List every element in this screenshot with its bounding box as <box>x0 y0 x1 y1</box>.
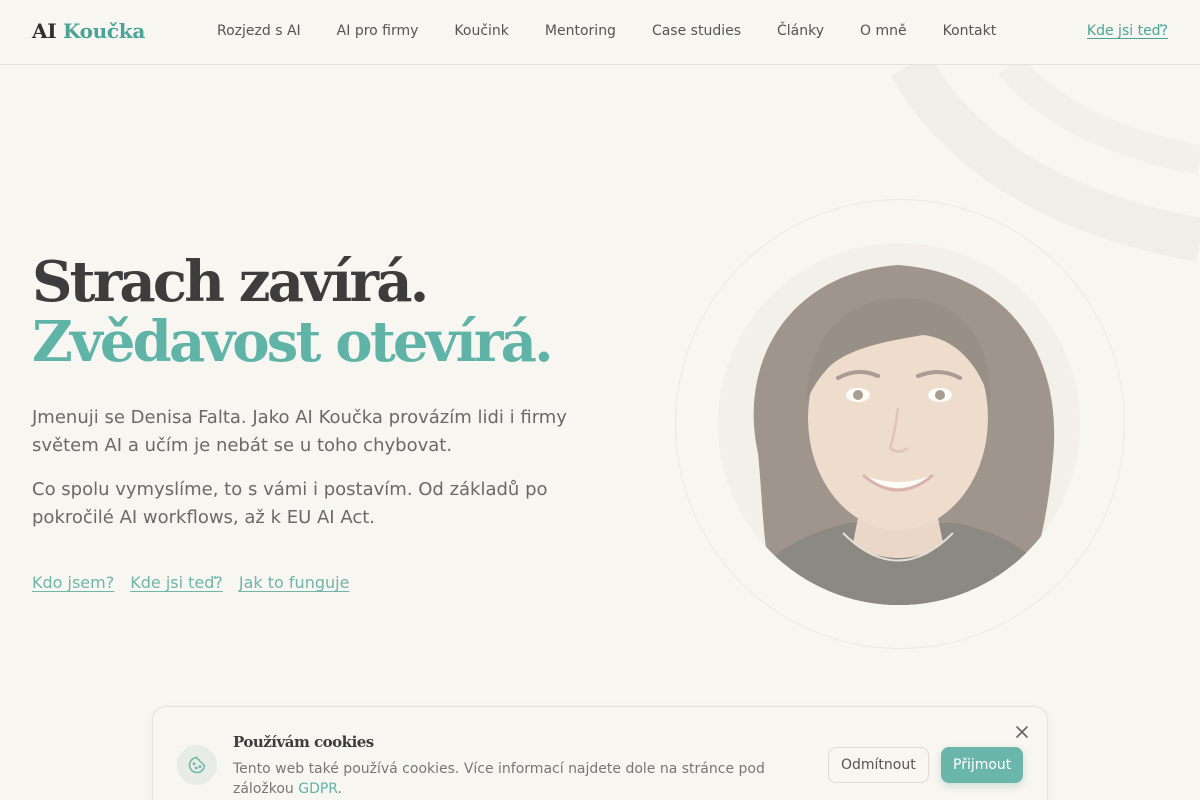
hero-link-kde-jsi-ted[interactable]: Kde jsi teď? <box>130 573 223 592</box>
hero-title-line1: Strach zavírá. <box>32 249 429 315</box>
gdpr-link[interactable]: GDPR <box>298 781 337 797</box>
hero-link-kdo-jsem[interactable]: Kdo jsem? <box>32 573 114 592</box>
main-nav: Rozjezd s AI AI pro firmy Koučink Mentor… <box>217 23 996 39</box>
cookie-title: Používám cookies <box>233 733 374 751</box>
hero-title-line2: Zvědavost otevírá. <box>32 309 554 375</box>
nav-item-rozjezd[interactable]: Rozjezd s AI <box>217 23 301 39</box>
hero-intro-paragraph: Jmenuji se Denisa Falta. Jako AI Koučka … <box>32 407 567 456</box>
cookie-text-after: . <box>337 781 342 797</box>
portrait-photo <box>718 243 1080 605</box>
nav-item-o-mne[interactable]: O mně <box>860 23 907 39</box>
hero-link-jak-to-funguje[interactable]: Jak to funguje <box>239 573 350 592</box>
hero-title: Strach zavírá. Zvědavost otevírá. <box>32 249 554 375</box>
decline-button[interactable]: Odmítnout <box>828 747 929 783</box>
cookie-banner: Používám cookies Tento web také používá … <box>152 706 1048 800</box>
nav-item-kontakt[interactable]: Kontakt <box>943 23 997 39</box>
cookie-icon <box>177 745 217 785</box>
close-icon[interactable] <box>1013 723 1031 741</box>
cookie-text: Tento web také používá cookies. Více inf… <box>233 759 793 799</box>
header-cta-link[interactable]: Kde jsi teď? <box>1087 23 1168 39</box>
nav-item-ai-pro-firmy[interactable]: AI pro firmy <box>337 23 419 39</box>
hero-links: Kdo jsem? Kde jsi teď? Jak to funguje <box>32 573 349 592</box>
nav-item-clanky[interactable]: Články <box>777 23 824 39</box>
logo-accent: Koučka <box>62 19 145 43</box>
site-header: AI Koučka Rozjezd s AI AI pro firmy Kouč… <box>0 0 1200 65</box>
hero-secondary-paragraph: Co spolu vymyslíme, to s vámi i postavím… <box>32 479 548 528</box>
nav-item-mentoring[interactable]: Mentoring <box>545 23 616 39</box>
accept-button[interactable]: Přijmout <box>941 747 1024 783</box>
nav-item-koucink[interactable]: Koučink <box>454 23 509 39</box>
site-logo[interactable]: AI Koučka <box>32 19 145 43</box>
nav-item-case-studies[interactable]: Case studies <box>652 23 741 39</box>
logo-prefix: AI <box>32 19 57 43</box>
